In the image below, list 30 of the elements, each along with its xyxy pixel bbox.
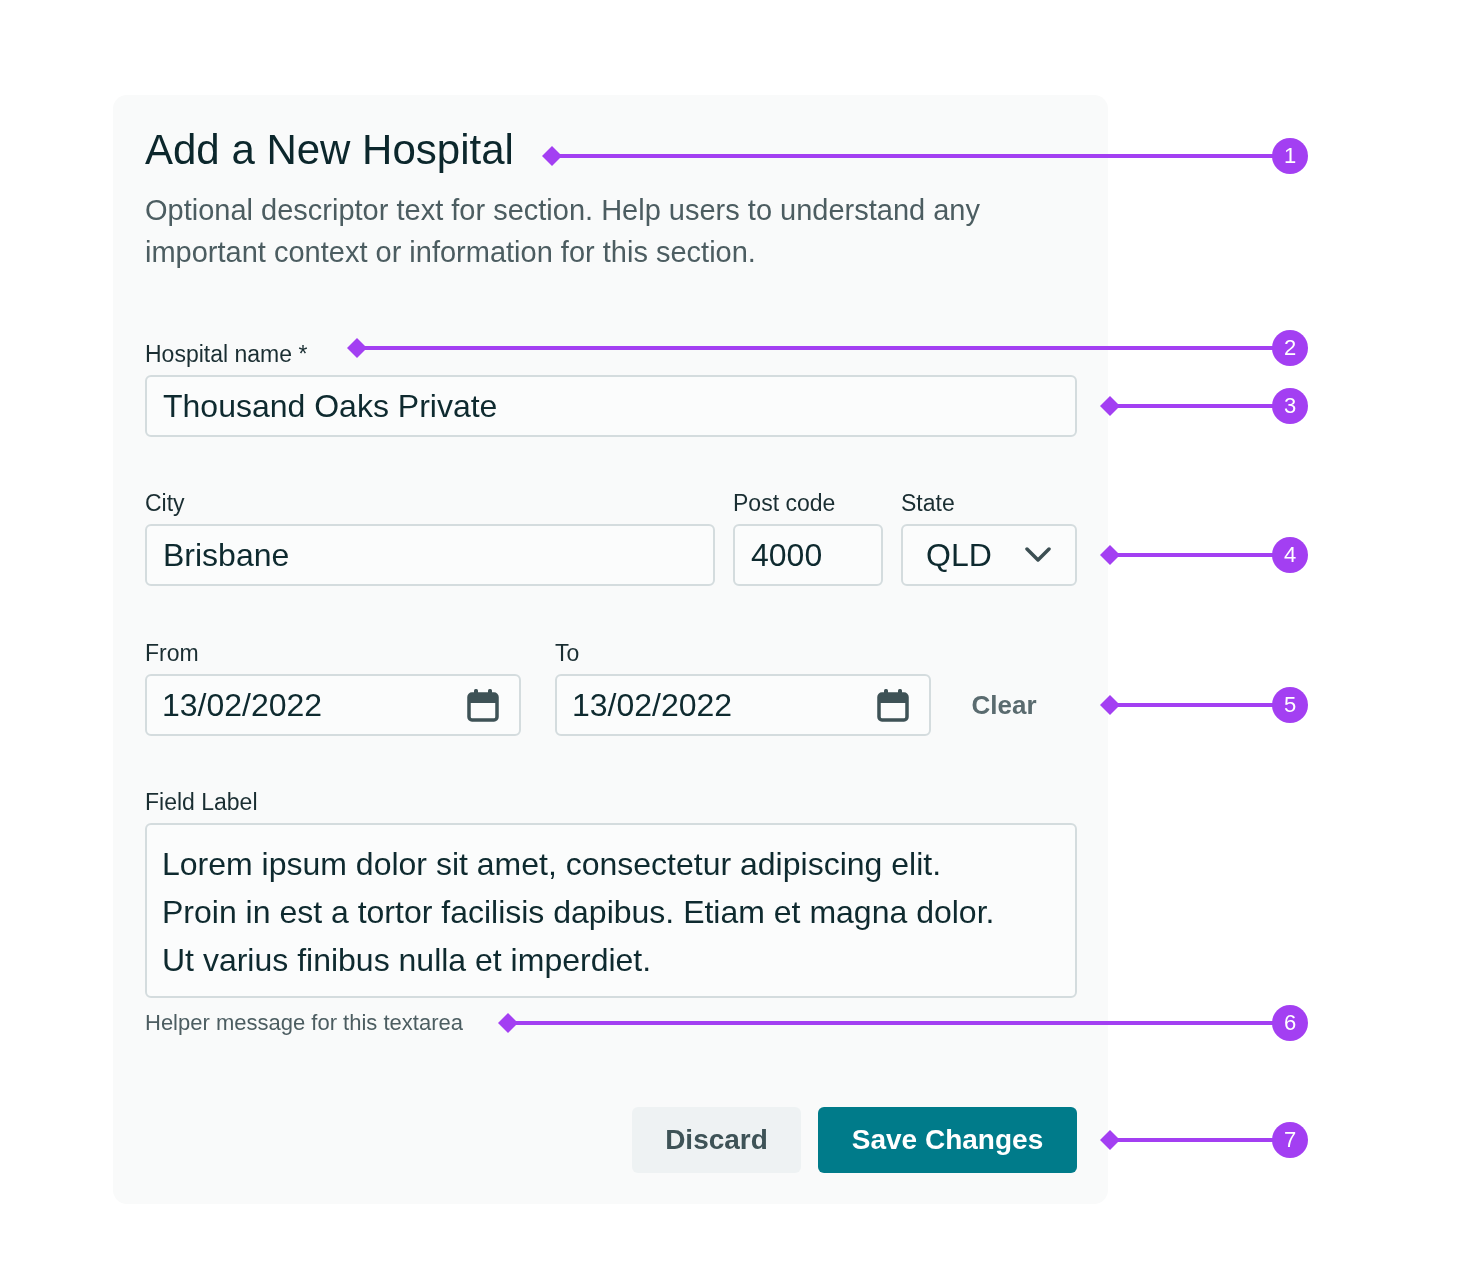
field-label: From <box>145 639 200 668</box>
number-badge: 7 <box>1272 1122 1308 1158</box>
field-label: City <box>145 489 186 518</box>
number-badge: 3 <box>1272 388 1308 424</box>
number-badge: 2 <box>1272 330 1308 366</box>
chevron-down-icon <box>1025 547 1051 563</box>
field-label: Post code <box>733 489 837 518</box>
field-label: Hospital name * <box>145 340 308 369</box>
text-input[interactable]: Brisbane <box>145 524 715 586</box>
select-field[interactable]: QLD <box>901 524 1077 586</box>
date-input[interactable]: 13/02/2022 <box>145 674 521 736</box>
textarea-field[interactable]: Lorem ipsum dolor sit amet, consectetur adipiscing elit. Proin in est a tortor facilisis dapibus. Etiam et magna dolor. Ut varius finibus nulla et imperdiet. <box>145 823 1077 998</box>
number-badge: 6 <box>1272 1005 1308 1041</box>
field-label: State <box>901 489 956 518</box>
save-button[interactable]: Save Changes <box>818 1107 1077 1173</box>
clear-button[interactable]: Clear <box>931 674 1077 736</box>
helper-text: Helper message for this textarea <box>145 1009 463 1037</box>
field-label: To <box>555 639 581 668</box>
calendar-icon <box>877 688 909 722</box>
number-badge: 1 <box>1272 138 1308 174</box>
calendar-icon <box>467 688 499 722</box>
text-input[interactable]: 4000 <box>733 524 883 586</box>
number-badge: 5 <box>1272 687 1308 723</box>
section-description: Optional descriptor text for section. Help users to understand any important context or information for this section. <box>145 193 981 270</box>
number-badge: 4 <box>1272 537 1308 573</box>
discard-button[interactable]: Discard <box>632 1107 801 1173</box>
section-title: Add a New Hospital <box>145 125 514 175</box>
field-label: Field Label <box>145 788 259 817</box>
text-input[interactable]: Thousand Oaks Private <box>145 375 1077 437</box>
date-input[interactable]: 13/02/2022 <box>555 674 931 736</box>
